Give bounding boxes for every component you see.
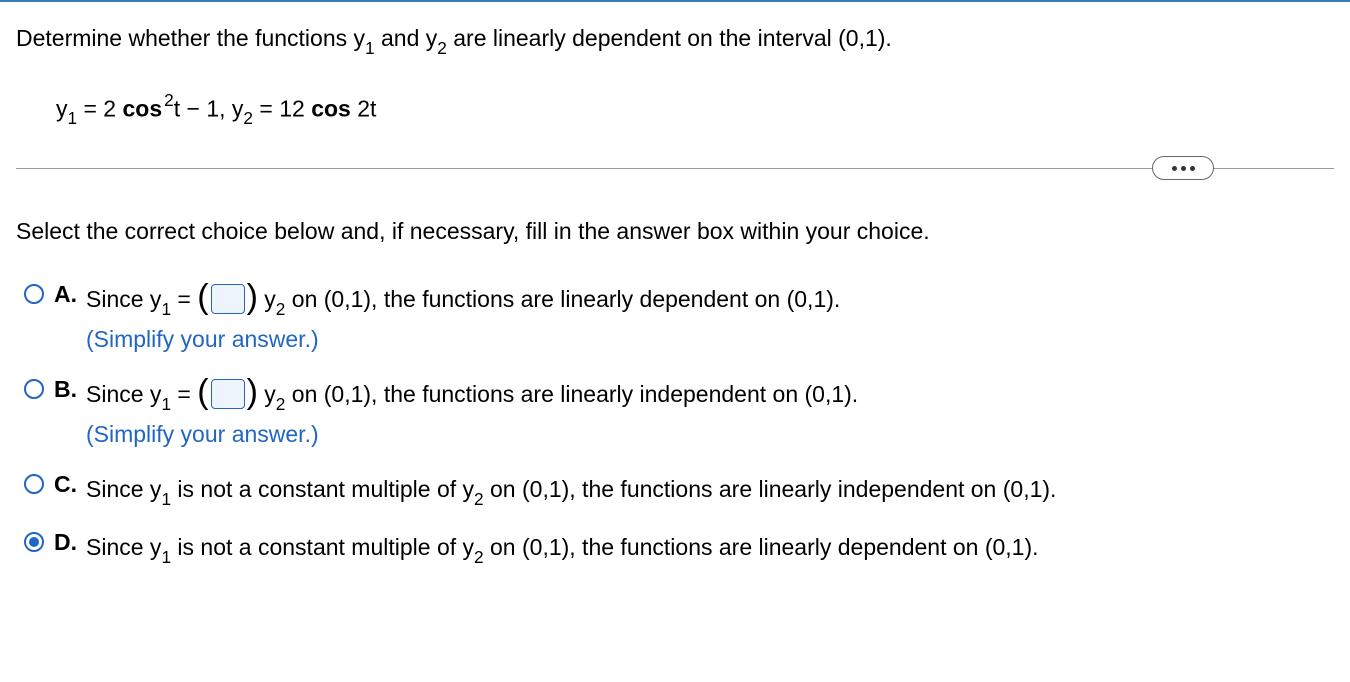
prompt-sub2: 2 <box>437 38 447 58</box>
choice-sub: 1 <box>161 394 171 414</box>
choice-sub: 2 <box>276 394 286 414</box>
eq-text: t − 1, y <box>174 95 244 121</box>
choice-content-d: Since y1 is not a constant multiple of y… <box>86 529 1334 569</box>
choice-sub: 1 <box>161 489 171 509</box>
eq-squared: 2 <box>164 90 174 110</box>
eq-y1-var: y <box>56 95 68 121</box>
choice-text: Since y <box>86 286 161 312</box>
question-prompt: Determine whether the functions y1 and y… <box>16 22 1334 58</box>
question-page: Determine whether the functions y1 and y… <box>0 0 1350 607</box>
top-accent-border <box>0 0 1350 2</box>
choice-sub: 2 <box>474 547 484 567</box>
choice-b: B. Since y1 = () y2 on (0,1), the functi… <box>24 376 1334 453</box>
prompt-sub1: 1 <box>365 38 375 58</box>
choice-text: is not a constant multiple of y <box>171 476 474 502</box>
choice-c: C. Since y1 is not a constant multiple o… <box>24 471 1334 511</box>
open-paren-icon: ( <box>197 382 208 402</box>
choice-text: is not a constant multiple of y <box>171 534 474 560</box>
choice-letter-a: A. <box>54 281 82 308</box>
choice-sub: 1 <box>161 299 171 319</box>
eq-cos: cos <box>123 95 163 121</box>
prompt-text: are linearly dependent on the interval (… <box>447 25 892 51</box>
question-block: Determine whether the functions y1 and y… <box>16 22 1334 128</box>
choice-text: on (0,1), the functions are linearly ind… <box>484 476 1057 502</box>
eq-cos2: cos <box>311 95 351 121</box>
eq-text: 2t <box>351 95 377 121</box>
choice-text: = <box>171 286 197 312</box>
choice-a: A. Since y1 = () y2 on (0,1), the functi… <box>24 281 1334 358</box>
open-paren-icon: ( <box>197 287 208 307</box>
simplify-hint: (Simplify your answer.) <box>86 421 319 447</box>
close-paren-icon: ) <box>247 382 258 402</box>
choice-sub: 1 <box>161 547 171 567</box>
answer-input-wrap: () <box>197 379 258 409</box>
radio-c[interactable] <box>24 474 44 494</box>
prompt-text: and y <box>375 25 438 51</box>
equation-definition: y1 = 2 cos2t − 1, y2 = 12 cos 2t <box>56 90 1334 128</box>
radio-b[interactable] <box>24 379 44 399</box>
choice-text: on (0,1), the functions are linearly ind… <box>285 381 858 407</box>
radio-a[interactable] <box>24 284 44 304</box>
dot-icon <box>1181 166 1186 171</box>
choice-content-c: Since y1 is not a constant multiple of y… <box>86 471 1334 511</box>
choice-text: = <box>171 381 197 407</box>
eq-text: = 12 <box>253 95 311 121</box>
choice-d: D. Since y1 is not a constant multiple o… <box>24 529 1334 569</box>
choice-text: Since y <box>86 534 161 560</box>
simplify-hint: (Simplify your answer.) <box>86 326 319 352</box>
choice-sub: 2 <box>276 299 286 319</box>
choice-sub: 2 <box>474 489 484 509</box>
answer-input-wrap: () <box>197 284 258 314</box>
section-divider <box>16 158 1334 178</box>
choice-letter-b: B. <box>54 376 82 403</box>
choices-group: A. Since y1 = () y2 on (0,1), the functi… <box>24 281 1334 569</box>
answer-input-a[interactable] <box>211 284 245 314</box>
radio-d[interactable] <box>24 532 44 552</box>
choice-letter-d: D. <box>54 529 82 556</box>
divider-line <box>16 168 1334 169</box>
eq-text: = 2 <box>77 95 122 121</box>
choice-text: on (0,1), the functions are linearly dep… <box>484 534 1039 560</box>
choice-text: on (0,1), the functions are linearly dep… <box>285 286 840 312</box>
choice-text: Since y <box>86 476 161 502</box>
dot-icon <box>1172 166 1177 171</box>
choice-text: y <box>258 381 276 407</box>
eq-y1-sub: 1 <box>68 108 78 128</box>
choice-content-a: Since y1 = () y2 on (0,1), the functions… <box>86 281 1334 358</box>
choice-text: y <box>258 286 276 312</box>
more-options-button[interactable] <box>1152 156 1214 180</box>
close-paren-icon: ) <box>247 287 258 307</box>
eq-y2-sub: 2 <box>243 108 253 128</box>
choice-text: Since y <box>86 381 161 407</box>
dot-icon <box>1190 166 1195 171</box>
choice-letter-c: C. <box>54 471 82 498</box>
choice-content-b: Since y1 = () y2 on (0,1), the functions… <box>86 376 1334 453</box>
answer-input-b[interactable] <box>211 379 245 409</box>
prompt-text: Determine whether the functions y <box>16 25 365 51</box>
answer-instruction: Select the correct choice below and, if … <box>16 218 1334 245</box>
